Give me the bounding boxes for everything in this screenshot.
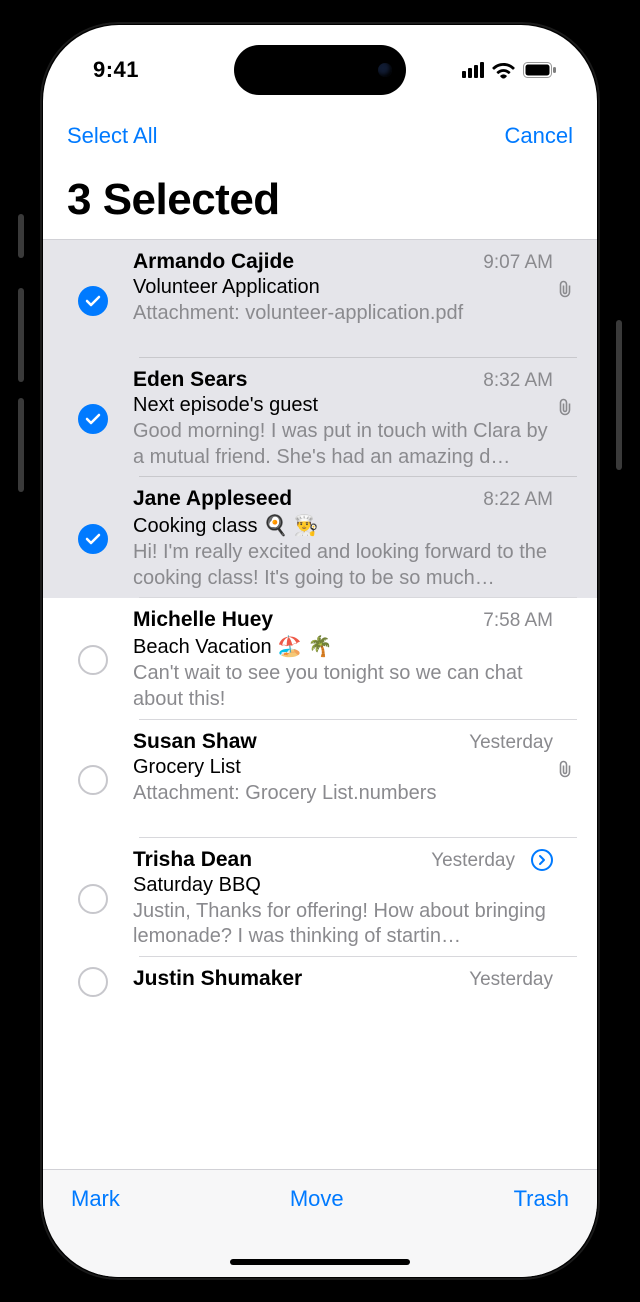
message-subject: Volunteer Application bbox=[133, 276, 553, 299]
battery-icon bbox=[523, 62, 557, 78]
sender-name: Jane Appleseed bbox=[133, 487, 473, 511]
sender-name: Eden Sears bbox=[133, 368, 473, 392]
message-row[interactable]: Jane Appleseed 8:22 AMCooking class 🍳 👨‍🍳… bbox=[43, 477, 597, 597]
paperclip-icon bbox=[553, 250, 577, 351]
sender-name: Trisha Dean bbox=[133, 848, 421, 872]
message-subject: Saturday BBQ bbox=[133, 874, 553, 897]
message-preview: Attachment: Grocery List.numbers bbox=[133, 781, 553, 831]
checkmark-icon[interactable] bbox=[78, 286, 108, 316]
message-preview: Can't wait to see you tonight so we can … bbox=[133, 661, 553, 712]
message-row[interactable]: Armando Cajide 9:07 AMVolunteer Applicati… bbox=[43, 240, 597, 357]
checkmark-icon[interactable] bbox=[78, 524, 108, 554]
message-time: 8:32 AM bbox=[483, 370, 553, 392]
wifi-icon bbox=[492, 62, 515, 79]
cellular-icon bbox=[462, 62, 484, 78]
message-row[interactable]: Eden Sears 8:32 AMNext episode's guestGoo… bbox=[43, 358, 597, 476]
dynamic-island bbox=[234, 45, 406, 95]
cancel-button[interactable]: Cancel bbox=[505, 123, 573, 149]
message-preview: Justin, Thanks for offering! How about b… bbox=[133, 899, 553, 950]
message-time: Yesterday bbox=[469, 969, 553, 991]
paperclip-icon bbox=[553, 368, 577, 470]
message-row[interactable]: Trisha Dean YesterdaySaturday BBQJustin, … bbox=[43, 838, 597, 956]
sender-name: Michelle Huey bbox=[133, 608, 473, 632]
message-row[interactable]: Michelle Huey 7:58 AMBeach Vacation 🏖️ 🌴C… bbox=[43, 598, 597, 718]
message-preview: Attachment: volunteer-application.pdf bbox=[133, 301, 553, 351]
message-row[interactable]: Susan Shaw YesterdayGrocery ListAttachmen… bbox=[43, 720, 597, 837]
sender-name: Justin Shumaker bbox=[133, 967, 459, 991]
empty-circle-icon[interactable] bbox=[78, 645, 108, 675]
checkmark-icon[interactable] bbox=[78, 404, 108, 434]
empty-circle-icon[interactable] bbox=[78, 967, 108, 997]
trash-button[interactable]: Trash bbox=[514, 1186, 569, 1212]
home-indicator[interactable] bbox=[230, 1259, 410, 1265]
message-subject: Beach Vacation 🏖️ 🌴 bbox=[133, 634, 553, 659]
message-time: 7:58 AM bbox=[483, 610, 553, 632]
mark-button[interactable]: Mark bbox=[71, 1186, 120, 1212]
sender-name: Susan Shaw bbox=[133, 730, 459, 754]
move-button[interactable]: Move bbox=[290, 1186, 344, 1212]
message-subject: Grocery List bbox=[133, 756, 553, 779]
reply-indicator-icon[interactable] bbox=[531, 849, 553, 871]
empty-circle-icon[interactable] bbox=[78, 884, 108, 914]
message-subject: Cooking class 🍳 👨‍🍳 bbox=[133, 513, 553, 538]
message-preview: Good morning! I was put in touch with Cl… bbox=[133, 419, 553, 470]
status-time: 9:41 bbox=[83, 47, 139, 83]
message-subject: Next episode's guest bbox=[133, 394, 553, 417]
sender-name: Armando Cajide bbox=[133, 250, 473, 274]
empty-circle-icon[interactable] bbox=[78, 765, 108, 795]
nav-bar: Select All Cancel bbox=[43, 113, 597, 149]
page-title: 3 Selected bbox=[67, 175, 573, 225]
message-preview: Hi! I'm really excited and looking forwa… bbox=[133, 540, 553, 591]
message-time: 9:07 AM bbox=[483, 252, 553, 274]
message-time: Yesterday bbox=[431, 850, 515, 872]
message-row[interactable]: Justin Shumaker Yesterday bbox=[43, 957, 597, 1003]
paperclip-icon bbox=[553, 730, 577, 831]
message-time: Yesterday bbox=[469, 732, 553, 754]
bottom-toolbar: Mark Move Trash bbox=[43, 1169, 597, 1277]
message-list[interactable]: Armando Cajide 9:07 AMVolunteer Applicati… bbox=[43, 239, 597, 1169]
message-time: 8:22 AM bbox=[483, 489, 553, 511]
select-all-button[interactable]: Select All bbox=[67, 123, 158, 149]
